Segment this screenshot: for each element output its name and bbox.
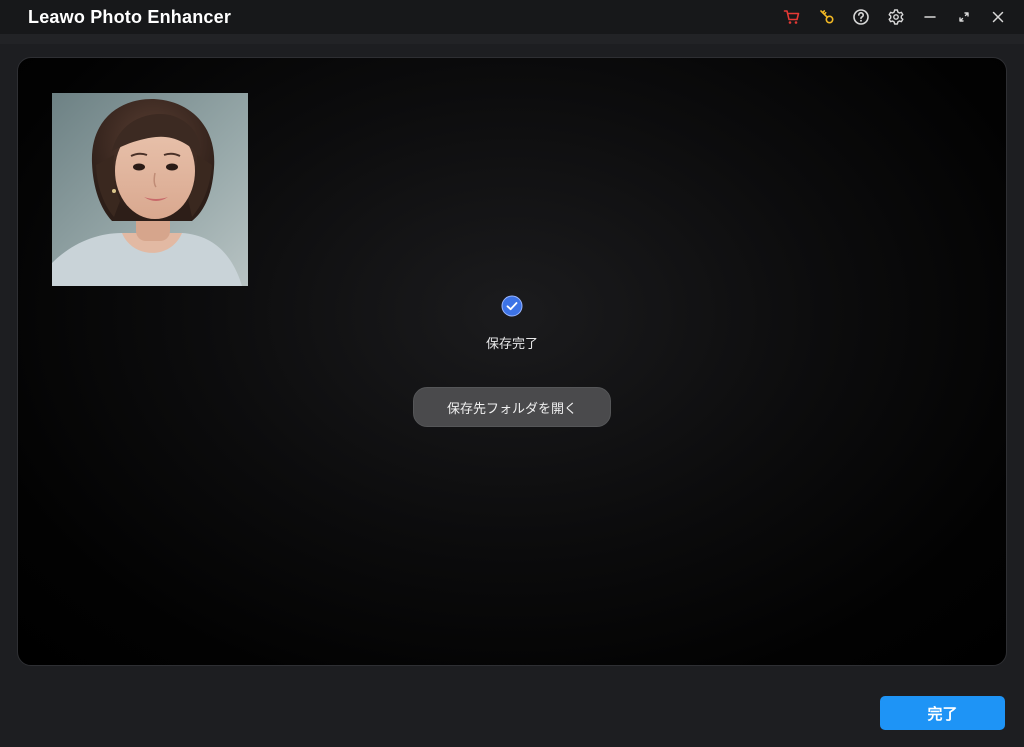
key-icon[interactable] (817, 7, 837, 27)
open-output-folder-button[interactable]: 保存先フォルダを開く (413, 387, 611, 427)
portrait-thumbnail[interactable] (52, 93, 248, 286)
minimize-icon[interactable] (920, 7, 940, 27)
preview-panel: 保存完了 保存先フォルダを開く (17, 57, 1007, 666)
title-separator (0, 34, 1024, 44)
settings-icon[interactable] (886, 7, 906, 27)
close-icon[interactable] (988, 7, 1008, 27)
app-title: Leawo Photo Enhancer (28, 7, 232, 27)
restore-icon[interactable] (954, 7, 974, 27)
help-icon[interactable] (851, 7, 871, 27)
done-button[interactable]: 完了 (880, 696, 1005, 730)
cart-icon[interactable] (782, 7, 802, 27)
save-complete-text: 保存完了 (485, 337, 538, 352)
check-circle-icon (501, 295, 523, 317)
title-bar: Leawo Photo Enhancer (0, 0, 1024, 34)
app-window: Leawo Photo Enhancer 保存完了 保存先フォルダを開く 完了 (0, 0, 1024, 747)
